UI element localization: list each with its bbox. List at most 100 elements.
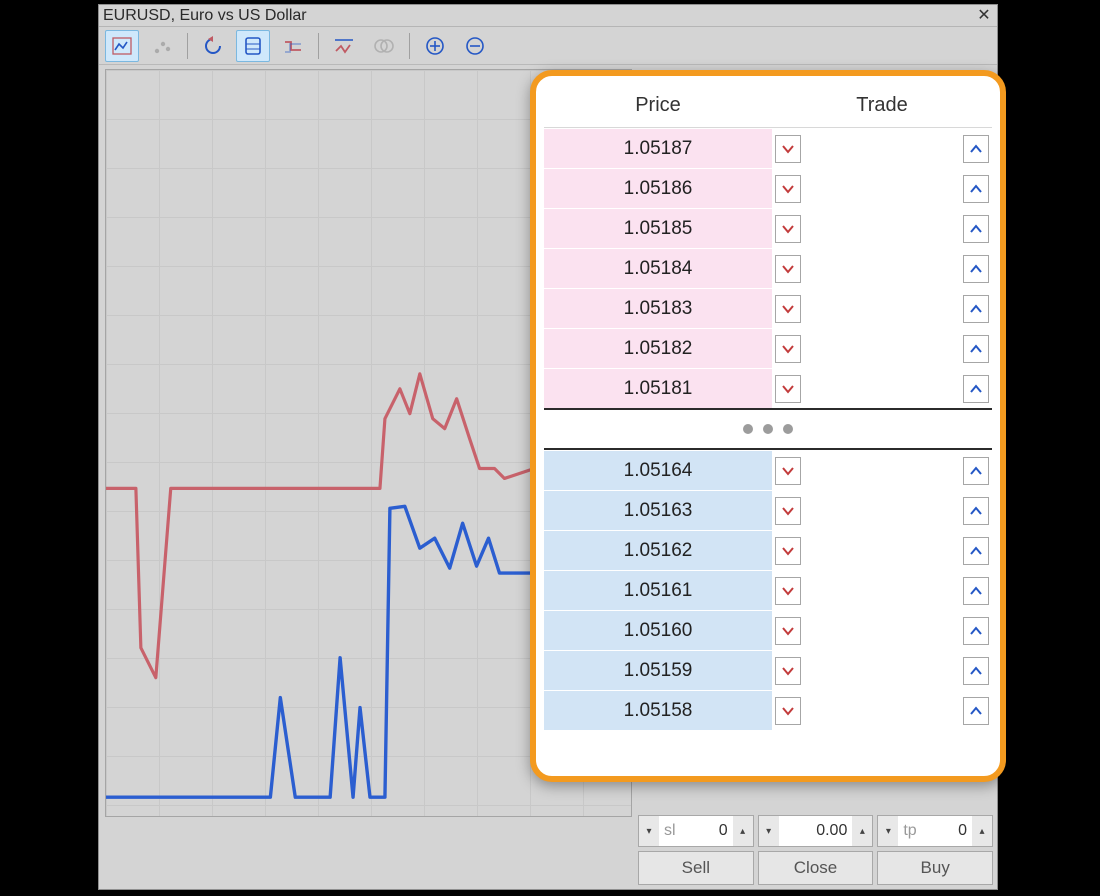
- buy-at-price-button[interactable]: [963, 577, 989, 605]
- price-cell: 1.05162: [544, 531, 772, 570]
- dom-header: Price Trade: [544, 84, 992, 128]
- oscillator-icon[interactable]: [327, 30, 361, 62]
- scatter-icon: [145, 30, 179, 62]
- tp-field[interactable]: tp0: [898, 816, 972, 846]
- close-button[interactable]: Close: [758, 851, 874, 885]
- dom-row: 1.05181: [544, 368, 992, 408]
- price-cell: 1.05158: [544, 691, 772, 730]
- trade-header: Trade: [772, 84, 992, 127]
- buy-at-price-button[interactable]: [963, 657, 989, 685]
- price-cell: 1.05163: [544, 491, 772, 530]
- separator: [187, 33, 188, 59]
- sell-button[interactable]: Sell: [638, 851, 754, 885]
- dot-icon: [783, 424, 793, 434]
- dot-icon: [763, 424, 773, 434]
- title-bar: EURUSD, Euro vs US Dollar ✕: [99, 5, 997, 27]
- toolbar: [99, 27, 997, 65]
- price-cell: 1.05160: [544, 611, 772, 650]
- close-icon[interactable]: ✕: [977, 9, 991, 23]
- sell-at-price-button[interactable]: [775, 335, 801, 363]
- trade-cell: [772, 329, 992, 368]
- dom-row: 1.05162: [544, 530, 992, 570]
- trade-buttons: Sell Close Buy: [638, 851, 993, 885]
- trade-cell: [772, 451, 992, 490]
- sl-field[interactable]: sl0: [659, 816, 733, 846]
- buy-at-price-button[interactable]: [963, 375, 989, 403]
- trade-cell: [772, 691, 992, 730]
- dot-icon: [743, 424, 753, 434]
- sell-at-price-button[interactable]: [775, 457, 801, 485]
- buy-at-price-button[interactable]: [963, 255, 989, 283]
- refresh-icon[interactable]: [196, 30, 230, 62]
- sell-at-price-button[interactable]: [775, 135, 801, 163]
- sell-at-price-button[interactable]: [775, 697, 801, 725]
- spread-icon[interactable]: [276, 30, 310, 62]
- chevron-up-icon[interactable]: ▴: [852, 816, 872, 846]
- separator: [318, 33, 319, 59]
- dom-row: 1.05164: [544, 450, 992, 490]
- price-cell: 1.05161: [544, 571, 772, 610]
- sell-at-price-button[interactable]: [775, 497, 801, 525]
- buy-at-price-button[interactable]: [963, 537, 989, 565]
- dom-row: 1.05187: [544, 128, 992, 168]
- buy-at-price-button[interactable]: [963, 295, 989, 323]
- dom-row: 1.05163: [544, 490, 992, 530]
- price-cell: 1.05185: [544, 209, 772, 248]
- buy-at-price-button[interactable]: [963, 135, 989, 163]
- sl-stepper[interactable]: ▾ sl0 ▴: [638, 815, 754, 847]
- sell-at-price-button[interactable]: [775, 215, 801, 243]
- buy-at-price-button[interactable]: [963, 697, 989, 725]
- dom-icon[interactable]: [236, 30, 270, 62]
- price-header: Price: [544, 84, 772, 127]
- dom-row: 1.05158: [544, 690, 992, 730]
- trade-cell: [772, 611, 992, 650]
- buy-at-price-button[interactable]: [963, 497, 989, 525]
- trade-cell: [772, 651, 992, 690]
- sell-at-price-button[interactable]: [775, 657, 801, 685]
- trade-cell: [772, 491, 992, 530]
- volume-stepper[interactable]: ▾ 0.00 ▴: [758, 815, 874, 847]
- buy-button[interactable]: Buy: [877, 851, 993, 885]
- chevron-down-icon[interactable]: ▾: [759, 816, 779, 846]
- trade-cell: [772, 129, 992, 168]
- sell-at-price-button[interactable]: [775, 175, 801, 203]
- window-title: EURUSD, Euro vs US Dollar: [103, 7, 977, 25]
- buy-at-price-button[interactable]: [963, 175, 989, 203]
- price-cell: 1.05159: [544, 651, 772, 690]
- plus-icon[interactable]: [418, 30, 452, 62]
- tick-chart-icon[interactable]: [105, 30, 139, 62]
- dom-row: 1.05160: [544, 610, 992, 650]
- minus-icon[interactable]: [458, 30, 492, 62]
- sell-at-price-button[interactable]: [775, 617, 801, 645]
- buy-at-price-button[interactable]: [963, 457, 989, 485]
- trade-cell: [772, 289, 992, 328]
- sell-at-price-button[interactable]: [775, 295, 801, 323]
- dom-row: 1.05186: [544, 168, 992, 208]
- price-cell: 1.05186: [544, 169, 772, 208]
- chevron-down-icon[interactable]: ▾: [639, 816, 659, 846]
- price-cell: 1.05183: [544, 289, 772, 328]
- sell-at-price-button[interactable]: [775, 375, 801, 403]
- price-cell: 1.05181: [544, 369, 772, 408]
- trade-cell: [772, 249, 992, 288]
- buy-at-price-button[interactable]: [963, 335, 989, 363]
- volume-field[interactable]: 0.00: [779, 816, 853, 846]
- dom-row: 1.05159: [544, 650, 992, 690]
- buy-at-price-button[interactable]: [963, 617, 989, 645]
- chevron-down-icon[interactable]: ▾: [878, 816, 898, 846]
- chevron-up-icon[interactable]: ▴: [972, 816, 992, 846]
- chevron-up-icon[interactable]: ▴: [733, 816, 753, 846]
- trade-cell: [772, 169, 992, 208]
- order-inputs: ▾ sl0 ▴ ▾ 0.00 ▴ ▾ tp0 ▴: [638, 815, 993, 847]
- dom-row: 1.05184: [544, 248, 992, 288]
- dom-row: 1.05183: [544, 288, 992, 328]
- price-cell: 1.05187: [544, 129, 772, 168]
- tp-stepper[interactable]: ▾ tp0 ▴: [877, 815, 993, 847]
- trade-cell: [772, 369, 992, 408]
- dom-row: 1.05185: [544, 208, 992, 248]
- sell-at-price-button[interactable]: [775, 537, 801, 565]
- sell-at-price-button[interactable]: [775, 577, 801, 605]
- buy-at-price-button[interactable]: [963, 215, 989, 243]
- sell-at-price-button[interactable]: [775, 255, 801, 283]
- price-cell: 1.05184: [544, 249, 772, 288]
